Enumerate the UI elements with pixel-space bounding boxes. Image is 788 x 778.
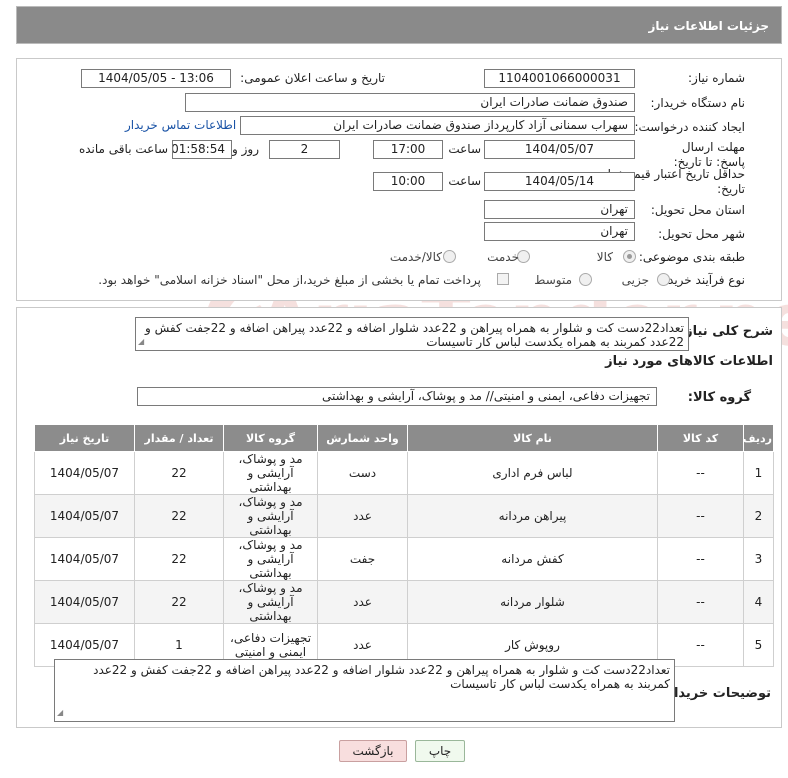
validity-time-field: 10:00: [373, 172, 443, 191]
process-minor-label: جزیی: [621, 273, 649, 287]
cell-quantity: 22: [134, 537, 224, 581]
category-service-label: خدمت: [487, 250, 519, 264]
province-label: استان محل تحویل:: [650, 203, 745, 217]
cell-code: --: [657, 537, 744, 581]
cell-code: --: [657, 580, 744, 624]
col-name: نام کالا: [407, 424, 658, 452]
goods-group-label: گروه کالا:: [687, 390, 751, 405]
print-button[interactable]: چاپ: [415, 740, 465, 762]
cell-unit: عدد: [317, 580, 408, 624]
cell-unit: عدد: [317, 494, 408, 538]
validity-time-label: ساعت: [448, 174, 481, 188]
need-number-field: 1104001066000031: [484, 69, 635, 88]
need-details-panel: شرح کلی نیاز: تعداد22دست کت و شلوار به ه…: [16, 307, 782, 728]
deadline-time-label: ساعت: [448, 142, 481, 156]
category-label: طبقه بندی موضوعی:: [638, 250, 745, 264]
days-label: روز و: [232, 142, 259, 156]
cell-unit: جفت: [317, 537, 408, 581]
buyer-org-label: نام دستگاه خریدار:: [650, 96, 746, 110]
goods-info-title: اطلاعات کالاهای مورد نیاز: [605, 354, 773, 369]
cell-row: 2: [743, 494, 774, 538]
process-type-label: نوع فرآیند خرید :: [660, 273, 745, 287]
resize-grip-icon[interactable]: ◢: [57, 706, 63, 720]
cell-group: مد و پوشاک، آرایشی و بهداشتی: [223, 451, 318, 495]
requester-field: سهراب سمنانی آزاد کارپرداز صندوق ضمانت ص…: [240, 116, 635, 135]
cell-date: 1404/05/07: [34, 494, 135, 538]
buyer-notes-text: تعداد22دست کت و شلوار به همراه پیراهن و …: [93, 663, 670, 691]
cell-name: شلوار مردانه: [407, 580, 658, 624]
cell-group: مد و پوشاک، آرایشی و بهداشتی: [223, 537, 318, 581]
cell-row: 3: [743, 537, 774, 581]
buyer-contact-link[interactable]: اطلاعات تماس خریدار: [125, 118, 236, 132]
cell-row: 1: [743, 451, 774, 495]
buyer-notes-label: توضیحات خریدار:: [661, 686, 771, 701]
treasury-payment-note: پرداخت تمام یا بخشی از مبلغ خرید،از محل …: [98, 273, 481, 287]
cell-name: لباس فرم اداری: [407, 451, 658, 495]
goods-table-header: ردیف کد کالا نام کالا واحد شمارش گروه کا…: [34, 424, 774, 452]
col-group: گروه کالا: [223, 424, 318, 452]
table-row: 2 -- پیراهن مردانه عدد مد و پوشاک، آرایش…: [34, 494, 774, 538]
announce-date-field: 1404/05/05 - 13:06: [81, 69, 231, 88]
deadline-time-field: 17:00: [373, 140, 443, 159]
announce-date-label: تاریخ و ساعت اعلان عمومی:: [240, 71, 385, 85]
table-row: 4 -- شلوار مردانه عدد مد و پوشاک، آرایشی…: [34, 580, 774, 624]
col-row: ردیف: [743, 424, 774, 452]
summary-text: تعداد22دست کت و شلوار به همراه پیراهن و …: [145, 321, 684, 349]
deadline-date-field: 1404/05/07: [484, 140, 635, 159]
col-unit: واحد شمارش: [317, 424, 408, 452]
table-row: 3 -- کفش مردانه جفت مد و پوشاک، آرایشی و…: [34, 537, 774, 581]
cell-code: --: [657, 451, 744, 495]
process-medium-radio[interactable]: [579, 273, 592, 286]
need-number-label: شماره نیاز:: [688, 71, 745, 85]
cell-row: 5: [743, 623, 774, 667]
category-goods-label: کالا: [596, 250, 613, 264]
goods-table: ردیف کد کالا نام کالا واحد شمارش گروه کا…: [34, 424, 774, 667]
days-remaining-field: 2: [269, 140, 340, 159]
page-header: جزئیات اطلاعات نیاز: [16, 6, 782, 44]
deadline-label: مهلت ارسال پاسخ: تا تاریخ:: [673, 140, 745, 169]
cell-date: 1404/05/07: [34, 451, 135, 495]
province-field: تهران: [484, 200, 635, 219]
need-info-panel: شماره نیاز: 1104001066000031 تاریخ و ساع…: [16, 58, 782, 301]
cell-quantity: 22: [134, 580, 224, 624]
cell-quantity: 22: [134, 451, 224, 495]
category-goods-service-radio[interactable]: [443, 250, 456, 263]
requester-label: ایجاد کننده درخواست:: [634, 120, 745, 134]
treasury-payment-checkbox[interactable]: [497, 273, 509, 285]
cell-code: --: [657, 494, 744, 538]
resize-grip-icon[interactable]: ◢: [138, 335, 144, 349]
city-field: تهران: [484, 222, 635, 241]
page-title: جزئیات اطلاعات نیاز: [19, 9, 779, 41]
cell-quantity: 22: [134, 494, 224, 538]
cell-unit: دست: [317, 451, 408, 495]
cell-name: پیراهن مردانه: [407, 494, 658, 538]
table-row: 1 -- لباس فرم اداری دست مد و پوشاک، آرای…: [34, 451, 774, 495]
col-quantity: تعداد / مقدار: [134, 424, 224, 452]
process-minor-radio[interactable]: [657, 273, 670, 286]
category-goods-radio[interactable]: [623, 250, 636, 263]
col-code: کد کالا: [657, 424, 744, 452]
city-label: شهر محل تحویل:: [658, 227, 745, 241]
buyer-org-field: صندوق ضمانت صادرات ایران: [185, 93, 635, 112]
goods-group-field: تجهیزات دفاعی، ایمنی و امنیتی// مد و پوش…: [137, 387, 657, 406]
summary-label: شرح کلی نیاز:: [679, 324, 773, 339]
cell-group: مد و پوشاک، آرایشی و بهداشتی: [223, 580, 318, 624]
remaining-time-label: ساعت باقی مانده: [78, 142, 168, 156]
process-medium-label: متوسط: [534, 273, 572, 287]
cell-row: 4: [743, 580, 774, 624]
validity-date-field: 1404/05/14: [484, 172, 635, 191]
remaining-time-field: 01:58:54: [172, 140, 232, 159]
col-date: تاریخ نیاز: [34, 424, 135, 452]
cell-group: مد و پوشاک، آرایشی و بهداشتی: [223, 494, 318, 538]
summary-textarea[interactable]: تعداد22دست کت و شلوار به همراه پیراهن و …: [135, 317, 689, 351]
cell-date: 1404/05/07: [34, 537, 135, 581]
cell-date: 1404/05/07: [34, 580, 135, 624]
back-button[interactable]: بازگشت: [339, 740, 407, 762]
category-goods-service-label: کالا/خدمت: [389, 250, 442, 264]
buyer-notes-textarea[interactable]: تعداد22دست کت و شلوار به همراه پیراهن و …: [54, 659, 675, 722]
cell-name: کفش مردانه: [407, 537, 658, 581]
